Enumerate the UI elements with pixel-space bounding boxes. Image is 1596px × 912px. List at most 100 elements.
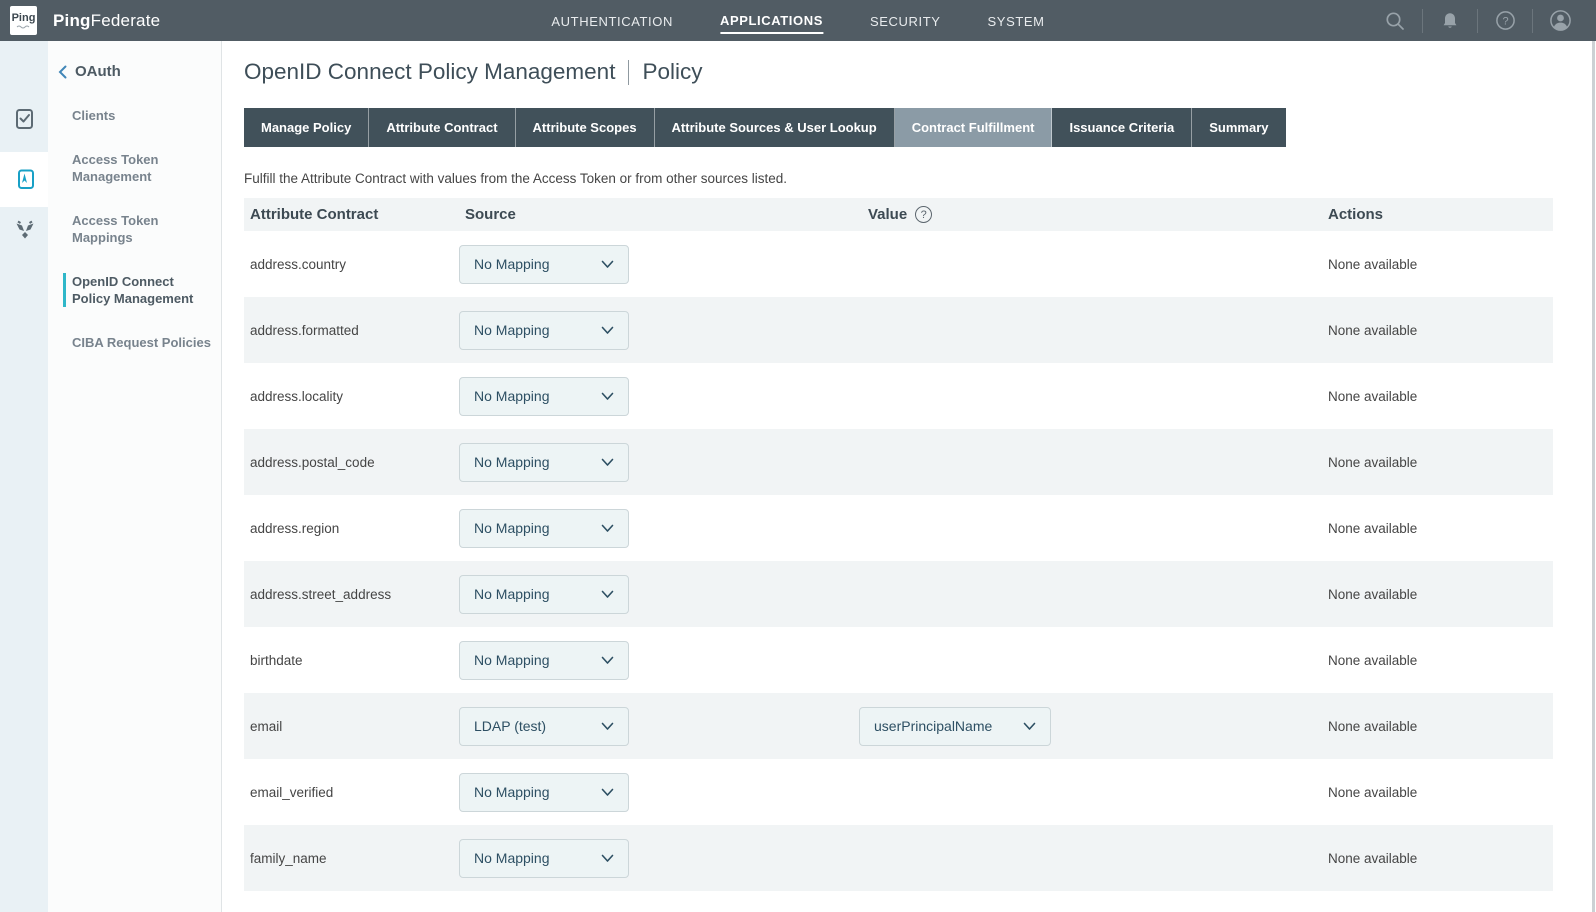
table-row-email: emailLDAP (test) userPrincipalName None av… — [244, 693, 1553, 759]
source-select-address-postal-code[interactable]: No Mapping — [459, 443, 629, 482]
top-bar: Ping PingFederate AUTHENTICATIONAPPLICAT… — [0, 0, 1596, 41]
product-name-rest: Federate — [91, 11, 161, 30]
attribute-name: address.postal_code — [244, 455, 459, 470]
value-help-icon[interactable]: ? — [915, 206, 932, 223]
actions-cell: None available — [1322, 587, 1553, 602]
attribute-name: address.formatted — [244, 323, 459, 338]
source-select-address-street-address-label: No Mapping — [474, 586, 550, 602]
access-token-mappings-icon[interactable] — [13, 217, 37, 241]
actions-cell: None available — [1322, 851, 1553, 866]
tab-attribute-sources-user-lookup[interactable]: Attribute Sources & User Lookup — [655, 108, 895, 147]
icon-rail — [0, 41, 48, 912]
svg-text:?: ? — [1502, 15, 1508, 27]
value-select-email[interactable]: userPrincipalName — [859, 707, 1051, 746]
source-cell: LDAP (test) — [459, 707, 853, 746]
notifications-icon[interactable] — [1438, 9, 1462, 33]
source-select-address-region[interactable]: No Mapping — [459, 509, 629, 548]
source-select-address-country-label: No Mapping — [474, 256, 550, 272]
column-header-source: Source — [459, 206, 853, 223]
page-title-main: OpenID Connect Policy Management — [244, 59, 615, 85]
source-select-address-country[interactable]: No Mapping — [459, 245, 629, 284]
tab-contract-fulfillment[interactable]: Contract Fulfillment — [895, 108, 1053, 147]
page-title: OpenID Connect Policy Management Policy — [244, 59, 1556, 85]
source-cell: No Mapping — [459, 575, 853, 614]
source-cell: No Mapping — [459, 509, 853, 548]
attribute-name: address.street_address — [244, 587, 459, 602]
chevron-down-icon — [601, 854, 614, 863]
table-row-email-verified: email_verifiedNo Mapping None available — [244, 759, 1553, 825]
source-cell: No Mapping — [459, 773, 853, 812]
nav-applications[interactable]: APPLICATIONS — [720, 8, 823, 34]
chevron-down-icon — [601, 524, 614, 533]
source-select-email-verified[interactable]: No Mapping — [459, 773, 629, 812]
attribute-name: address.region — [244, 521, 459, 536]
sidebar-item-ciba-request-policies[interactable]: CIBA Request Policies — [48, 334, 221, 351]
column-header-value-label: Value — [868, 206, 907, 223]
ping-logo-swirl — [16, 25, 32, 29]
tab-summary[interactable]: Summary — [1192, 108, 1285, 147]
search-icon[interactable] — [1383, 9, 1407, 33]
sidebar-item-access-token-mappings[interactable]: Access Token Mappings — [48, 212, 221, 246]
attribute-name: address.locality — [244, 389, 459, 404]
chevron-down-icon — [601, 260, 614, 269]
actions-cell: None available — [1322, 653, 1553, 668]
column-header-attribute-contract: Attribute Contract — [244, 206, 459, 223]
tab-bar: Manage PolicyAttribute ContractAttribute… — [244, 108, 1556, 147]
chevron-down-icon — [601, 392, 614, 401]
main-layout: OAuth Clients Access Token Management Acce… — [0, 41, 1596, 912]
contract-fulfillment-table: Attribute Contract Source Value ? Action… — [244, 198, 1553, 891]
column-header-actions: Actions — [1322, 206, 1553, 223]
actions-cell: None available — [1322, 455, 1553, 470]
clients-icon[interactable] — [13, 107, 37, 131]
sidebar-items: Clients Access Token Management Access Tok… — [48, 107, 221, 351]
scrollbar[interactable] — [1592, 41, 1595, 912]
page-description: Fulfill the Attribute Contract with valu… — [244, 171, 1556, 186]
source-select-birthdate[interactable]: No Mapping — [459, 641, 629, 680]
tab-attribute-contract[interactable]: Attribute Contract — [369, 108, 515, 147]
sidebar: OAuth Clients Access Token Management Acce… — [48, 41, 222, 912]
table-row-address-region: address.regionNo MappingNone available — [244, 495, 1553, 561]
product-name-bold: Ping — [53, 11, 91, 30]
tab-manage-policy[interactable]: Manage Policy — [244, 108, 369, 147]
nav-system[interactable]: SYSTEM — [988, 9, 1045, 33]
ping-logo-text: Ping — [12, 13, 36, 24]
attribute-name: family_name — [244, 851, 459, 866]
actions-cell: None available — [1322, 785, 1553, 800]
nav-authentication[interactable]: AUTHENTICATION — [551, 9, 673, 33]
source-select-address-locality[interactable]: No Mapping — [459, 377, 629, 416]
top-nav: AUTHENTICATION APPLICATIONS SECURITY SYSTEM — [551, 0, 1044, 41]
actions-cell: None available — [1322, 257, 1553, 272]
account-icon[interactable] — [1548, 9, 1572, 33]
nav-security[interactable]: SECURITY — [870, 9, 941, 33]
chevron-left-icon — [58, 65, 67, 79]
attribute-name: email — [244, 719, 459, 734]
sidebar-item-clients[interactable]: Clients — [48, 107, 221, 124]
title-divider — [628, 60, 629, 85]
table-row-address-formatted: address.formattedNo MappingNone availabl… — [244, 297, 1553, 363]
source-select-address-region-label: No Mapping — [474, 520, 550, 536]
table-body: address.countryNo MappingNone availablea… — [244, 231, 1553, 891]
source-select-address-formatted-label: No Mapping — [474, 322, 550, 338]
sidebar-item-access-token-management[interactable]: Access Token Management — [48, 151, 221, 185]
source-select-email[interactable]: LDAP (test) — [459, 707, 629, 746]
chevron-down-icon — [601, 656, 614, 665]
help-icon[interactable]: ? — [1493, 9, 1517, 33]
source-cell: No Mapping — [459, 839, 853, 878]
source-cell: No Mapping — [459, 641, 853, 680]
value-cell: userPrincipalName — [853, 707, 1322, 746]
tab-attribute-scopes[interactable]: Attribute Scopes — [516, 108, 655, 147]
source-select-address-street-address[interactable]: No Mapping — [459, 575, 629, 614]
icon-divider — [1532, 9, 1533, 33]
tab-issuance-criteria[interactable]: Issuance Criteria — [1052, 108, 1192, 147]
attribute-name: email_verified — [244, 785, 459, 800]
source-select-family-name[interactable]: No Mapping — [459, 839, 629, 878]
sidebar-item-openid-connect-policy-management[interactable]: OpenID Connect Policy Management — [63, 273, 221, 307]
source-select-address-formatted[interactable]: No Mapping — [459, 311, 629, 350]
access-token-management-icon[interactable] — [13, 167, 37, 191]
actions-cell: None available — [1322, 719, 1553, 734]
page-title-sub: Policy — [642, 59, 702, 85]
back-link-oauth[interactable]: OAuth — [48, 63, 221, 80]
source-cell: No Mapping — [459, 311, 853, 350]
attribute-name: birthdate — [244, 653, 459, 668]
source-cell: No Mapping — [459, 245, 853, 284]
